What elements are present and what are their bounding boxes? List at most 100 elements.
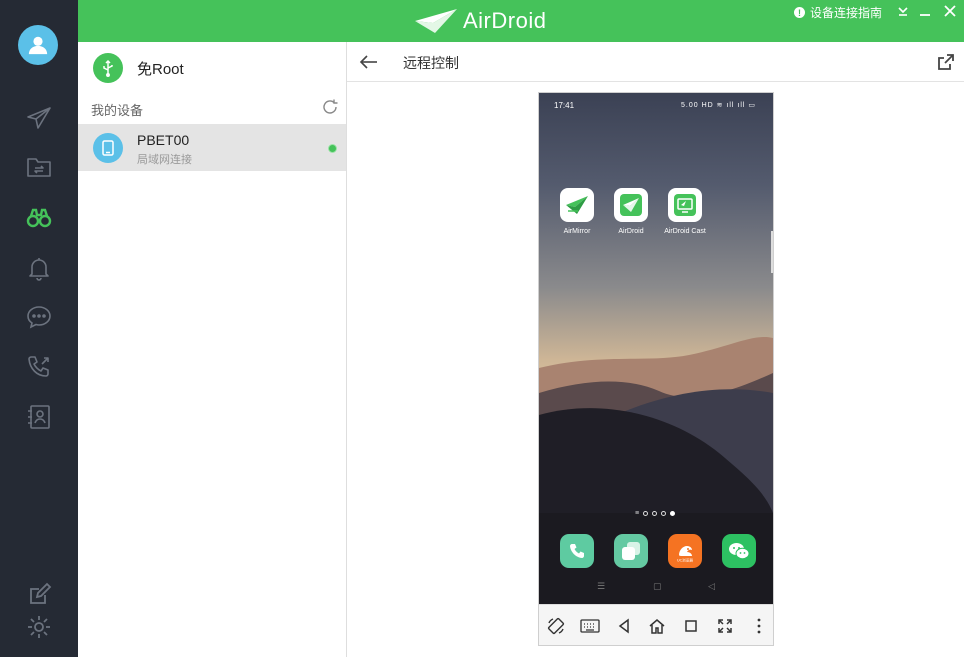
multitask-app[interactable] bbox=[614, 534, 648, 568]
status-time: 17:41 bbox=[554, 101, 575, 110]
fullscreen-icon bbox=[718, 619, 732, 633]
airmirror-app[interactable] bbox=[560, 188, 594, 222]
uc-browser-label: UC浏览器 bbox=[677, 558, 693, 563]
airdroid-app-icon bbox=[620, 194, 642, 216]
contacts-icon bbox=[28, 405, 50, 429]
keyboard-button[interactable] bbox=[580, 616, 600, 636]
rail-notifications[interactable] bbox=[24, 253, 54, 283]
phone-device-icon bbox=[93, 133, 123, 163]
phone-call-icon bbox=[28, 356, 49, 377]
rotate-icon bbox=[547, 617, 565, 635]
rail-calls[interactable] bbox=[24, 352, 54, 382]
chat-bubble-icon bbox=[27, 306, 51, 329]
recents-key-button[interactable] bbox=[681, 616, 701, 636]
device-connection: 局域网连接 bbox=[137, 154, 192, 166]
home-icon bbox=[649, 619, 665, 634]
nav-home-button[interactable]: ▢ bbox=[653, 581, 662, 592]
close-button[interactable] bbox=[941, 2, 959, 20]
more-vertical-icon bbox=[757, 618, 761, 634]
online-status-dot bbox=[328, 144, 337, 153]
nav-back-button[interactable]: ◁ bbox=[708, 581, 715, 592]
uc-browser-app[interactable]: UC浏览器 bbox=[668, 534, 702, 568]
download-icon bbox=[898, 7, 908, 16]
rail-settings[interactable] bbox=[24, 612, 54, 642]
noroot-button[interactable]: 免Root bbox=[93, 53, 184, 83]
page-dot-active[interactable] bbox=[670, 511, 676, 516]
rail-feedback[interactable] bbox=[24, 580, 54, 610]
airdroid-app[interactable] bbox=[614, 188, 648, 222]
rail-messages[interactable] bbox=[24, 302, 54, 332]
wechat-app[interactable] bbox=[722, 534, 756, 568]
download-button[interactable] bbox=[894, 2, 912, 20]
device-name: PBET00 bbox=[137, 132, 190, 148]
page-indicator: ≡ bbox=[635, 510, 676, 517]
minimize-button[interactable] bbox=[916, 2, 934, 20]
folder-transfer-icon bbox=[27, 158, 51, 177]
status-icons: 5.00 HD ≋ ıll ıll ▭ bbox=[681, 102, 757, 109]
refresh-icon bbox=[323, 99, 338, 114]
usb-icon bbox=[93, 53, 123, 83]
rail-remote[interactable] bbox=[24, 202, 54, 232]
app-name: AirDroid bbox=[463, 8, 547, 33]
airdroid-logo: AirDroid bbox=[413, 5, 546, 37]
left-rail bbox=[0, 0, 78, 657]
user-icon bbox=[28, 36, 48, 55]
wechat-icon bbox=[729, 543, 750, 560]
rail-contacts[interactable] bbox=[24, 402, 54, 432]
page-list-icon: ≡ bbox=[635, 510, 640, 517]
content-header: 远程控制 bbox=[347, 42, 964, 82]
phone-screen[interactable]: 17:41 5.00 HD ≋ ıll ıll ▭ AirMirror AirD… bbox=[539, 93, 773, 604]
my-devices-title: 我的设备 bbox=[91, 103, 144, 118]
user-avatar[interactable] bbox=[18, 25, 58, 65]
airdroid-plane-logo-icon bbox=[415, 9, 457, 33]
phone-app[interactable] bbox=[560, 534, 594, 568]
more-options-button[interactable] bbox=[749, 616, 769, 636]
title-bar: AirDroid ! 设备连接指南 bbox=[78, 0, 964, 42]
squirrel-icon: UC浏览器 bbox=[677, 546, 693, 563]
nav-menu-button[interactable]: ☰ bbox=[597, 581, 605, 592]
home-key-button[interactable] bbox=[647, 616, 667, 636]
airmirror-icon bbox=[566, 196, 588, 214]
airdroid-cast-icon bbox=[674, 194, 696, 216]
page-dot[interactable] bbox=[652, 511, 658, 516]
fullscreen-button[interactable] bbox=[715, 616, 735, 636]
rotate-screen-button[interactable] bbox=[546, 616, 566, 636]
keyboard-icon bbox=[580, 619, 600, 633]
square-recents-icon bbox=[685, 620, 697, 632]
minimize-icon bbox=[920, 14, 930, 16]
bell-icon bbox=[29, 258, 49, 281]
rail-transfer[interactable] bbox=[24, 103, 54, 133]
connection-guide-label: 设备连接指南 bbox=[810, 6, 883, 20]
device-row[interactable]: PBET00 局域网连接 bbox=[78, 124, 346, 171]
app-label-airdroid-cast: AirDroid Cast bbox=[664, 228, 706, 235]
remote-toolbar bbox=[539, 604, 773, 645]
airdroid-window: AirDroid ! 设备连接指南 免Root 我的设备 PBET00 局域网连… bbox=[0, 0, 964, 657]
screen-scrollbar[interactable] bbox=[771, 231, 773, 273]
wallpaper bbox=[539, 93, 773, 604]
triangle-back-icon bbox=[618, 618, 629, 634]
gear-icon bbox=[28, 616, 50, 638]
info-icon: ! bbox=[794, 7, 805, 18]
noroot-label: 免Root bbox=[137, 60, 184, 78]
remote-control-view: 远程控制 17:41 5.00 HD ≋ ıll ıll ▭ AirMirror… bbox=[347, 42, 964, 657]
connection-guide-link[interactable]: ! 设备连接指南 bbox=[794, 4, 882, 21]
page-dot[interactable] bbox=[643, 511, 649, 516]
edit-icon bbox=[30, 582, 52, 604]
popout-button[interactable] bbox=[936, 52, 956, 72]
binoculars-icon bbox=[26, 208, 52, 228]
back-key-button[interactable] bbox=[614, 616, 634, 636]
close-icon bbox=[944, 5, 956, 17]
external-link-icon bbox=[938, 54, 954, 70]
page-title: 远程控制 bbox=[403, 55, 459, 71]
phone-handset-icon bbox=[570, 544, 584, 558]
rail-files[interactable] bbox=[24, 152, 54, 182]
page-dot[interactable] bbox=[661, 511, 667, 516]
phone-mirror[interactable]: 17:41 5.00 HD ≋ ıll ıll ▭ AirMirror AirD… bbox=[538, 92, 774, 646]
app-label-airmirror: AirMirror bbox=[563, 228, 591, 235]
airdroid-cast-app[interactable] bbox=[668, 188, 702, 222]
stacked-windows-icon bbox=[622, 542, 640, 560]
refresh-button[interactable] bbox=[321, 98, 339, 116]
back-button[interactable] bbox=[359, 52, 379, 72]
arrow-left-icon bbox=[359, 55, 377, 69]
paper-plane-icon bbox=[27, 107, 51, 129]
